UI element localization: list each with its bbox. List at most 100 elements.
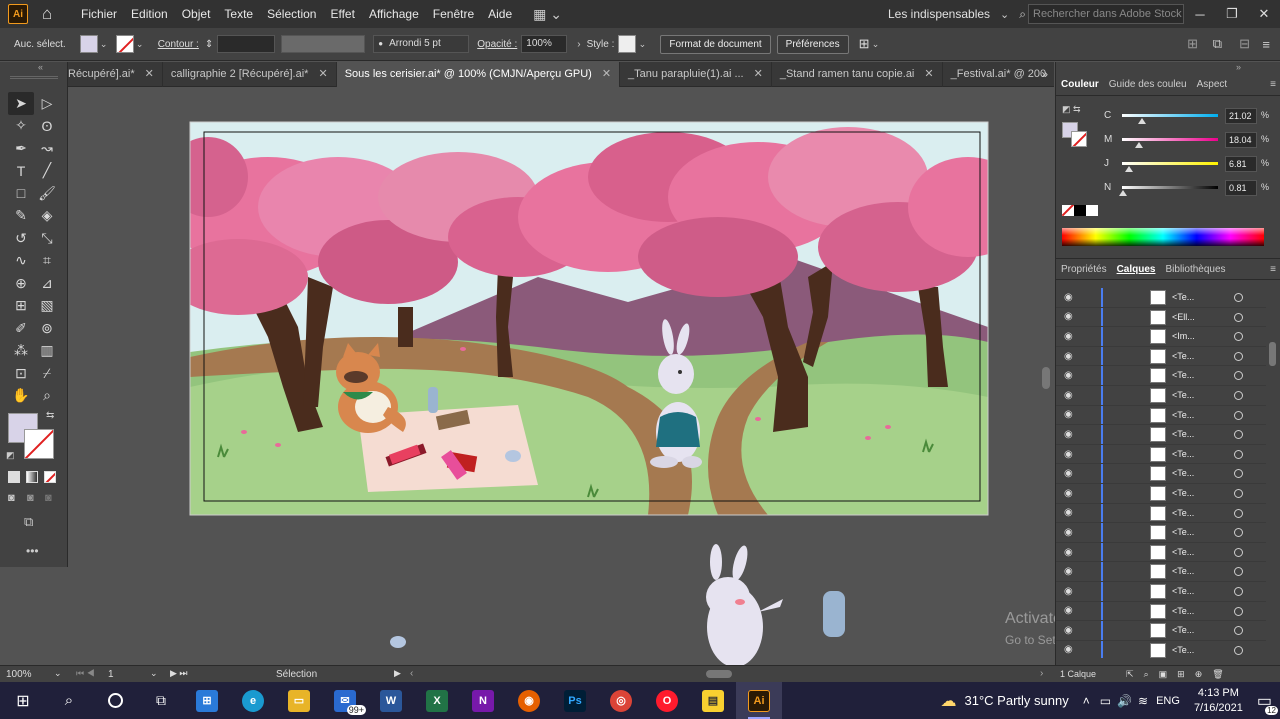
visibility-eye-icon[interactable]: ◉ [1064,292,1082,303]
photoshop-icon[interactable]: Ps [552,682,598,719]
transform-icon[interactable]: ⧉ [1213,36,1222,52]
target-circle-icon[interactable] [1234,390,1243,400]
slice-tool-icon[interactable]: ⌿ [34,362,60,385]
layer-name[interactable]: <Te... [1172,508,1194,518]
minimize-icon[interactable]: ─ [1184,7,1216,22]
tab-festival[interactable]: _Festival.ai* @ 200 [943,62,1055,87]
visibility-eye-icon[interactable]: ◉ [1064,468,1082,479]
target-circle-icon[interactable] [1234,645,1243,655]
gradient-mode-icon[interactable] [26,471,38,483]
layer-name[interactable]: <Te... [1172,468,1194,478]
clip-mask-icon[interactable]: ▣ [1159,669,1168,680]
free-transform-icon[interactable]: ⌗ [34,250,60,273]
store-icon[interactable]: ⊞ [184,682,230,719]
layer-name[interactable]: <Te... [1172,351,1194,361]
tab-stand-ramen[interactable]: _Stand ramen tanu copie.ai ✕ [772,61,943,87]
target-circle-icon[interactable] [1234,351,1243,361]
layer-row[interactable]: ◉ <Te... [1056,405,1266,426]
firefox-icon[interactable]: ◉ [506,682,552,719]
layer-name[interactable]: <Im... [1172,331,1195,341]
visibility-eye-icon[interactable]: ◉ [1064,351,1082,362]
chevron-down-icon[interactable]: ⌄ [870,39,882,50]
collapse-icon[interactable]: « [38,62,43,72]
rectangle-tool-icon[interactable]: □ [8,182,34,205]
rotate-tool-icon[interactable]: ↺ [8,227,34,250]
layer-row[interactable]: ◉ <Te... [1056,503,1266,524]
target-circle-icon[interactable] [1234,410,1243,420]
visibility-eye-icon[interactable]: ◉ [1064,488,1082,499]
close-icon[interactable]: ✕ [318,62,327,87]
type-tool-icon[interactable]: T [8,160,34,183]
target-circle-icon[interactable] [1234,293,1243,302]
document-setup-button[interactable]: Format de document [660,34,771,54]
draw-inside-icon[interactable]: ◙ [45,492,52,504]
notifications-icon[interactable]: ▭ 12 [1257,691,1278,715]
magenta-track[interactable] [1122,138,1218,141]
layer-row[interactable]: ◉ <Te... [1056,444,1266,465]
close-icon[interactable]: ✕ [602,62,611,87]
file-explorer-icon[interactable]: ▭ [276,682,322,719]
tab-recupere[interactable]: Récupéré].ai* ✕ [68,61,163,87]
layer-name[interactable]: <Te... [1172,390,1194,400]
visibility-eye-icon[interactable]: ◉ [1064,625,1082,636]
visibility-eye-icon[interactable]: ◉ [1064,547,1082,558]
menu-affichage[interactable]: Affichage [362,7,426,21]
menu-texte[interactable]: Texte [217,7,260,21]
layers-scrollbar[interactable] [1269,342,1276,366]
layer-name[interactable]: <Te... [1172,547,1194,557]
stock-search-input[interactable]: Rechercher dans Adobe Stock [1028,4,1184,24]
visibility-eye-icon[interactable]: ◉ [1064,429,1082,440]
visibility-eye-icon[interactable]: ◉ [1064,331,1082,342]
scroll-right-icon[interactable]: › [1040,668,1043,679]
panel-menu-icon[interactable]: ≡ [1262,37,1270,52]
menu-aide[interactable]: Aide [481,7,519,21]
target-circle-icon[interactable] [1234,312,1243,322]
chevron-down-icon[interactable]: ⌄ [98,39,110,50]
visibility-eye-icon[interactable]: ◉ [1064,566,1082,577]
network-icon[interactable]: ▭ [1100,694,1111,708]
menu-effet[interactable]: Effet [323,7,361,21]
warp-tool-icon[interactable]: ∿ [8,250,34,273]
chevron-down-icon[interactable]: ⌄ [150,668,158,679]
shaper-tool-icon[interactable]: ✎ [8,205,34,228]
layer-name[interactable]: <Te... [1172,527,1194,537]
layer-row[interactable]: ◉ <Te... [1056,601,1266,622]
close-icon[interactable]: ✕ [1248,6,1280,22]
black-track[interactable] [1122,186,1218,189]
artboard-number[interactable]: 1 [108,669,114,680]
canvas-area[interactable] [68,87,1054,665]
layer-row[interactable]: ◉ <Im... [1056,327,1266,347]
visibility-eye-icon[interactable]: ◉ [1064,409,1082,420]
none-swatch[interactable] [1062,205,1074,216]
target-circle-icon[interactable] [1234,488,1243,498]
chevron-down-icon[interactable]: ⌄ [134,39,146,50]
chevron-up-icon[interactable]: ˄ [1083,694,1090,708]
stepper-icon[interactable]: ⇕ [205,39,213,50]
magenta-value[interactable]: 18.04 [1225,132,1257,148]
hand-tool-icon[interactable]: ✋ [8,385,34,408]
status-menu-icon[interactable]: ▶ [394,668,401,679]
artboard-tool-icon[interactable]: ⊡ [8,362,34,385]
delete-icon[interactable]: 🗑 [1212,669,1223,680]
layer-row[interactable]: ◉ <Te... [1056,366,1266,386]
scroll-left-icon[interactable]: ‹ [410,668,413,679]
weather-icon[interactable]: ☁ [941,691,957,711]
black-swatch[interactable] [1074,205,1086,216]
opera-icon[interactable]: O [644,682,690,719]
menu-edition[interactable]: Edition [124,7,175,21]
visibility-eye-icon[interactable]: ◉ [1064,644,1082,655]
next-artboard-icon[interactable]: ▶ ⏭ [170,668,188,679]
eraser-icon[interactable]: ◈ [34,205,60,228]
draw-normal-icon[interactable]: ◙ [8,492,15,504]
zoom-level[interactable]: 100% [6,669,32,680]
tab-bibliotheques[interactable]: Bibliothèques [1160,264,1230,275]
target-circle-icon[interactable] [1234,449,1243,459]
opacity-field[interactable]: 100% [521,35,568,53]
first-artboard-icon[interactable]: ⏮ ◀ [76,668,95,679]
export-icon[interactable]: ⇱ [1126,669,1134,680]
close-icon[interactable]: ✕ [145,62,154,87]
layer-row[interactable]: ◉ <Te... [1056,346,1266,367]
task-view-icon[interactable]: ⧉ [138,682,184,719]
search-icon[interactable]: ⌕ [1144,669,1149,680]
cyan-knob[interactable] [1138,118,1147,124]
